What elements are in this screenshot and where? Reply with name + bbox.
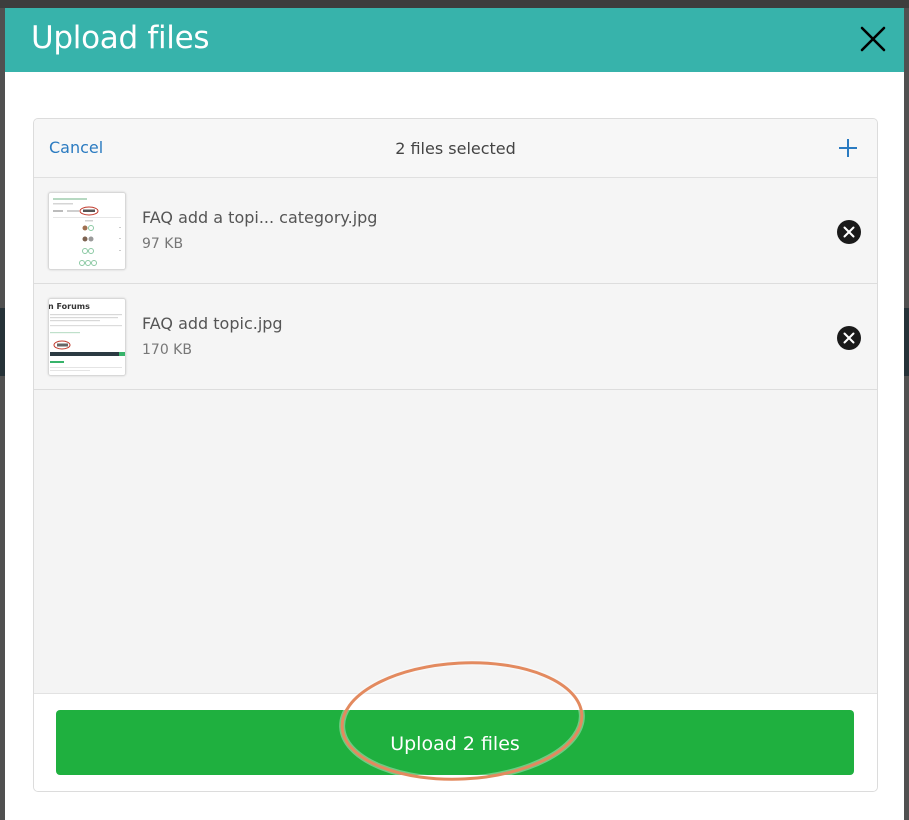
thumbnail-text: n Forums bbox=[49, 302, 90, 311]
remove-circle-icon[interactable] bbox=[837, 326, 861, 350]
image-thumbnail: n Forums bbox=[48, 298, 126, 376]
plus-icon[interactable] bbox=[837, 137, 859, 159]
file-size: 97 KB bbox=[142, 236, 184, 252]
modal-title: Upload files bbox=[31, 20, 210, 56]
file-list: FAQ add a topi... category.jpg 97 KB n F… bbox=[34, 178, 877, 390]
upload-panel: Cancel 2 files selected FAQ add a topi..… bbox=[33, 118, 878, 792]
panel-toolbar: Cancel 2 files selected bbox=[34, 119, 877, 178]
background-page-edge bbox=[0, 0, 909, 8]
file-item: FAQ add a topi... category.jpg 97 KB bbox=[34, 178, 877, 284]
upload-button[interactable]: Upload 2 files bbox=[56, 710, 854, 775]
panel-footer: Upload 2 files bbox=[34, 693, 877, 791]
image-thumbnail bbox=[48, 192, 126, 270]
upload-files-modal: Upload files Cancel 2 files selected FAQ… bbox=[5, 8, 904, 820]
background-band bbox=[904, 308, 909, 376]
modal-header: Upload files bbox=[5, 8, 904, 72]
file-size: 170 KB bbox=[142, 342, 192, 358]
remove-circle-icon[interactable] bbox=[837, 220, 861, 244]
file-name: FAQ add topic.jpg bbox=[142, 314, 283, 333]
file-name: FAQ add a topi... category.jpg bbox=[142, 208, 378, 227]
close-icon[interactable] bbox=[858, 24, 888, 54]
file-item: n Forums FAQ add topic.jpg 170 KB bbox=[34, 284, 877, 390]
page: Upload files Cancel 2 files selected FAQ… bbox=[0, 0, 909, 820]
selection-status: 2 files selected bbox=[395, 139, 516, 158]
